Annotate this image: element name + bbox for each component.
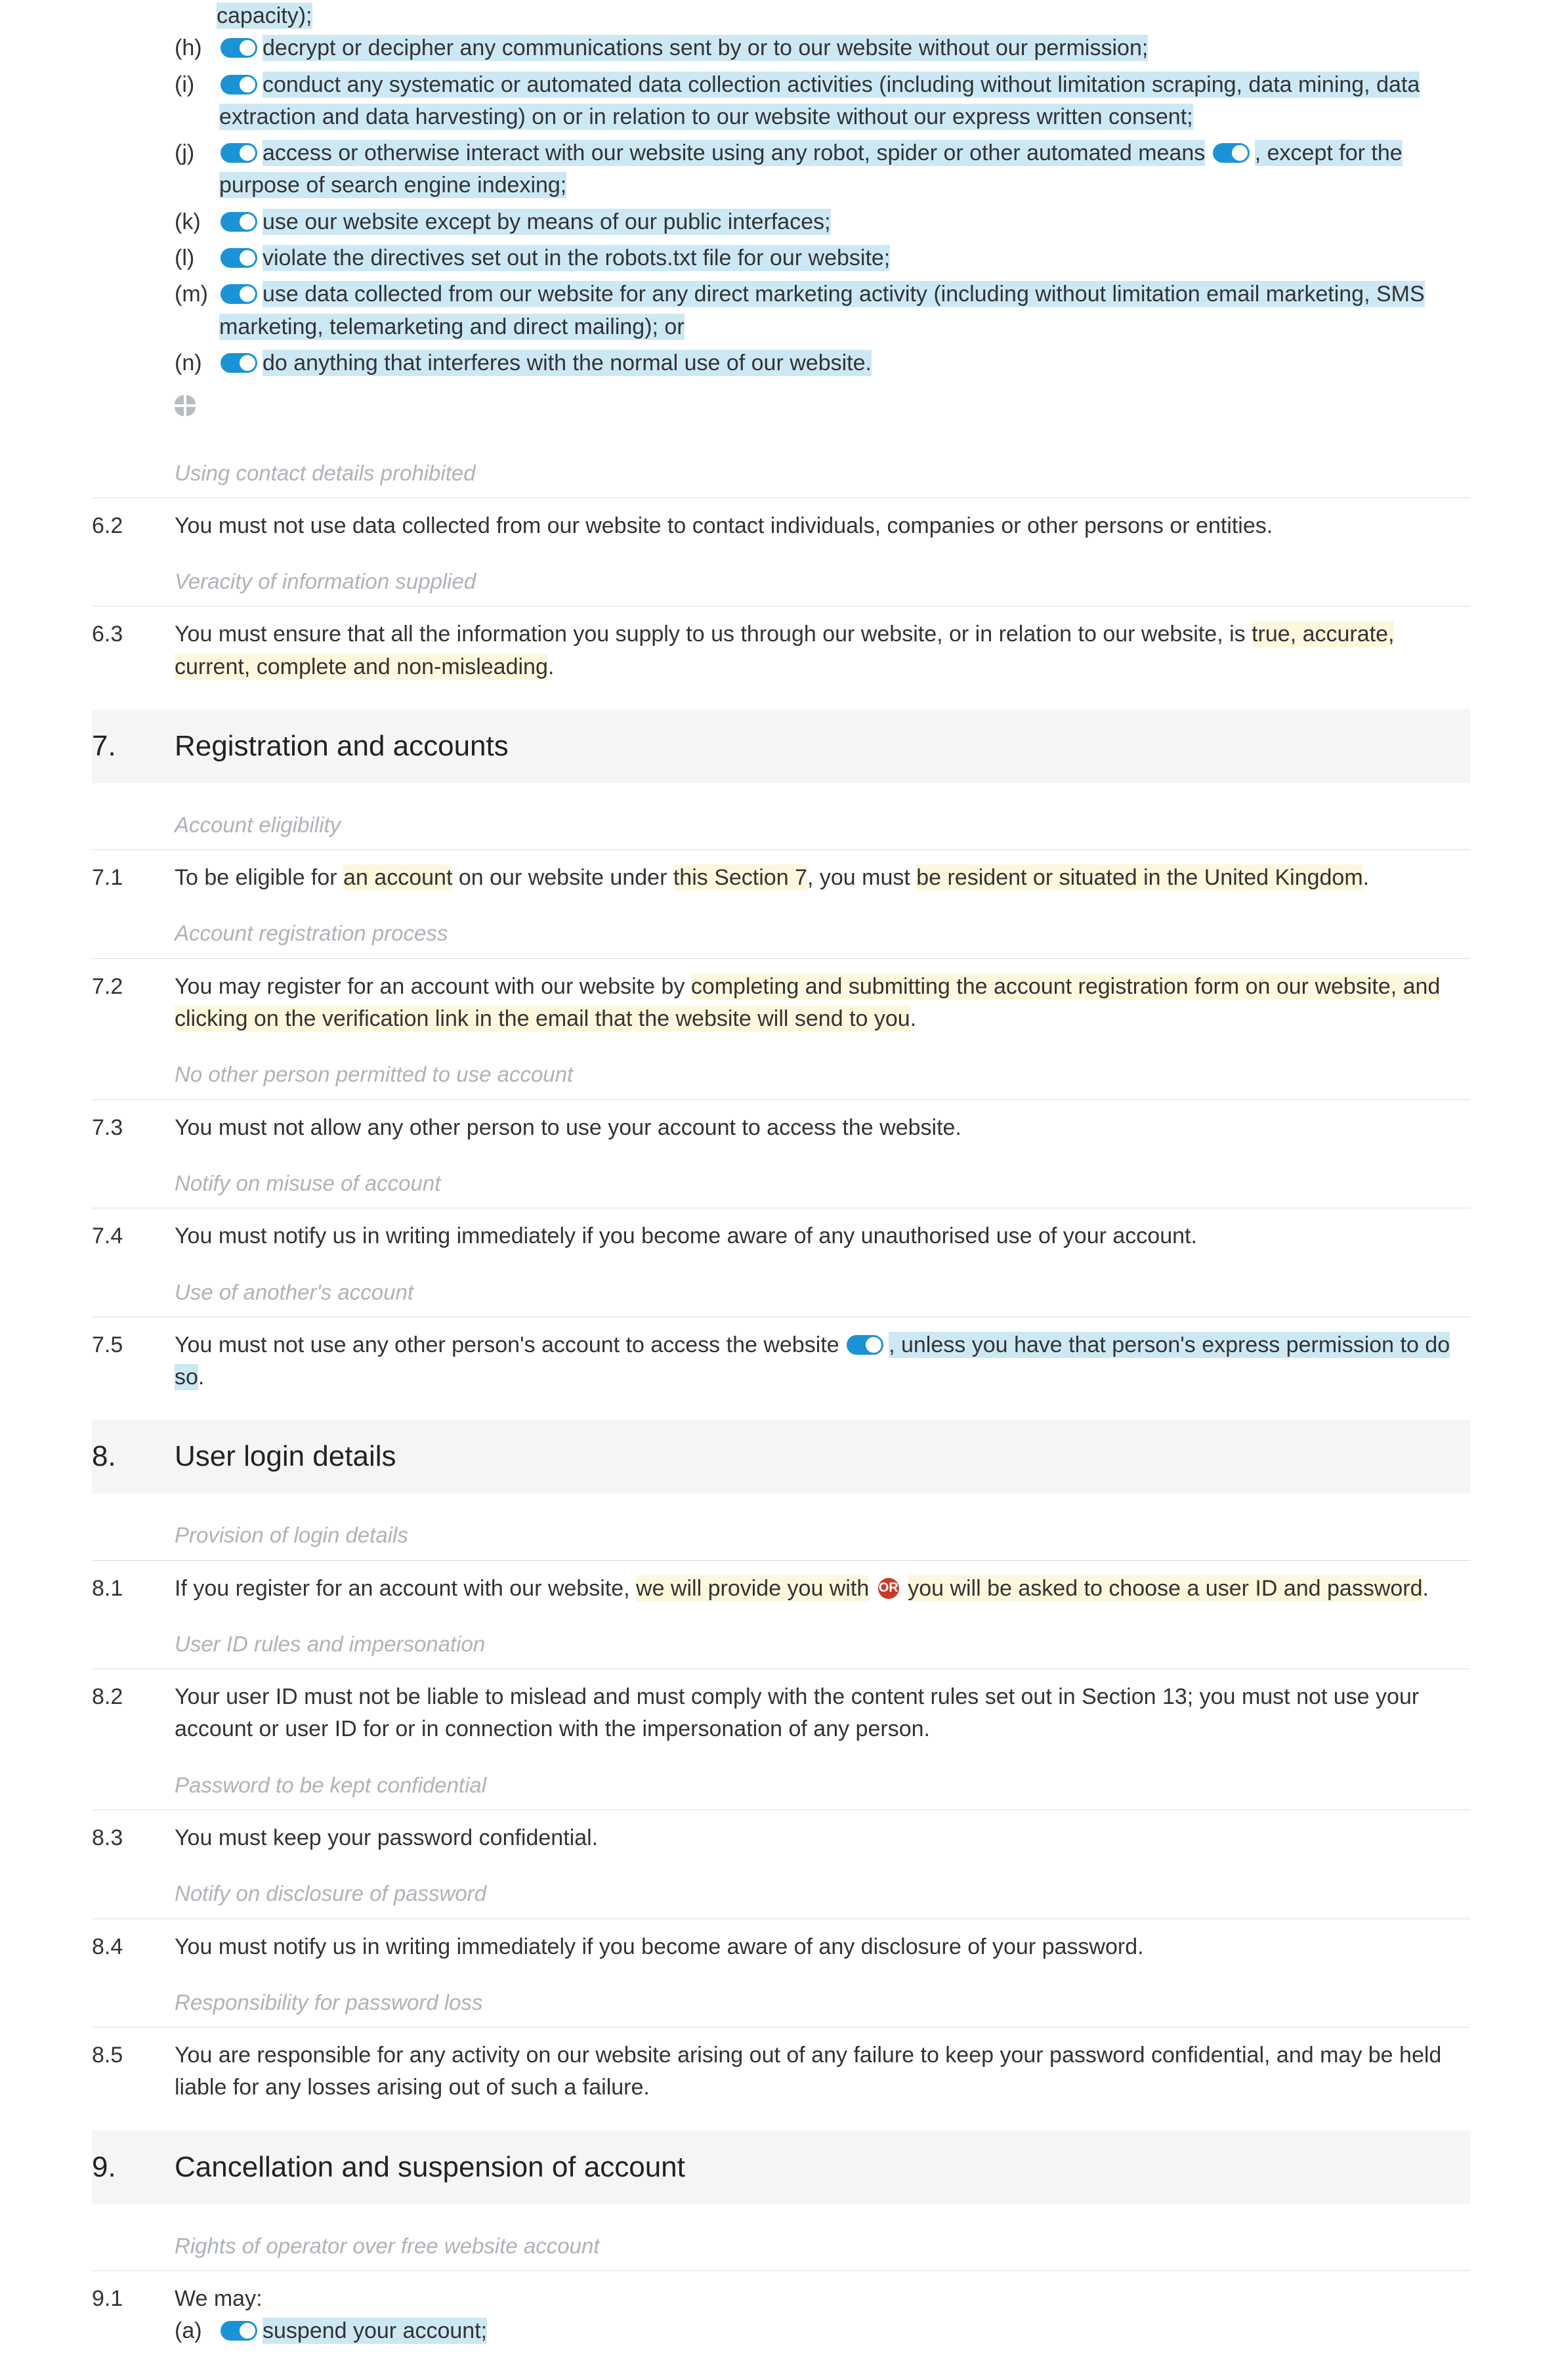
clause-text: We may: [175,2283,1470,2315]
clause-text: on our website under [452,865,673,890]
note-label: Notify on disclosure of password [175,1881,486,1905]
clause-number: 9.1 [92,2283,175,2315]
section-header: 9. Cancellation and suspension of accoun… [92,2131,1470,2204]
clause-number: 8.3 [92,1822,175,1854]
note-label: No other person permitted to use account [175,1062,573,1086]
clause-text: . [548,654,554,679]
list-marker: (l) [175,242,217,274]
toggle-icon[interactable] [1213,143,1250,163]
toggle-icon[interactable] [221,353,257,373]
clause-text: violate the directives set out in the ro… [263,245,890,271]
list-marker: (a) [175,2315,217,2347]
list-marker: (k) [175,206,217,238]
section-title: Cancellation and suspension of account [175,2146,685,2188]
clause-text: . [1423,1576,1429,1601]
clause-number: 6.3 [92,618,175,650]
toggle-icon[interactable] [221,284,257,304]
clause-text: You must not allow any other person to u… [175,1112,1470,1144]
clause-text: You must ensure that all the information… [175,622,1252,647]
list-marker: (m) [175,278,217,310]
clause-text: a user ID and password [1181,1575,1423,1602]
quadrant-icon[interactable] [175,395,196,416]
toggle-icon[interactable] [221,2321,257,2341]
clause-text: access or otherwise interact with our we… [263,140,1205,166]
clause-text: You may register for an account with our… [175,974,691,999]
note-label: User ID rules and impersonation [175,1632,485,1656]
clause-text: , you must [807,865,916,890]
clause-number: 6.2 [92,510,175,542]
clause-text: You are responsible for any activity on … [175,2039,1470,2104]
clause-text: capacity); [217,3,312,29]
note-label: Using contact details prohibited [175,461,476,485]
clause-number: 7.5 [92,1329,175,1361]
toggle-icon[interactable] [221,248,257,268]
clause-text: Your user ID must not be liable to misle… [175,1681,1470,1746]
clause-text: an account [343,864,452,891]
section-number: 9. [92,2151,116,2183]
clause-text: If you register for an account with our … [175,1576,636,1601]
list-marker: (n) [175,347,217,379]
clause-text: do anything that interferes with the nor… [263,350,872,376]
clause-number: 8.4 [92,1931,175,1963]
note-label: Account registration process [175,921,448,945]
section-number: 8. [92,1440,116,1472]
toggle-icon[interactable] [221,75,257,95]
clause-text: be resident or situated in the United Ki… [916,864,1362,891]
clause-text: You must not use data collected from our… [175,510,1470,542]
clause-text: suspend your account; [263,2318,487,2344]
section-header: 8. User login details [92,1420,1470,1493]
clause-text: this Section 7 [673,864,807,891]
clause-number: 7.1 [92,862,175,894]
clause-number: 7.4 [92,1220,175,1252]
clause-number: 8.1 [92,1573,175,1605]
clause-text: You must notify us in writing immediatel… [175,1931,1470,1963]
clause-text: You must keep your password confidential… [175,1822,1470,1854]
section-title: Registration and accounts [175,725,509,767]
section-title: User login details [175,1435,396,1477]
clause-text: You must notify us in writing immediatel… [175,1220,1470,1252]
toggle-icon[interactable] [221,143,257,163]
list-marker: (j) [175,137,217,169]
clause-text: you will be asked to choose [908,1575,1181,1602]
or-badge-icon[interactable]: OR [878,1578,899,1599]
note-label: Use of another's account [175,1280,413,1304]
clause-text: use our website except by means of our p… [263,209,831,235]
clause-text: decrypt or decipher any communications s… [263,35,1148,61]
clause-text: conduct any systematic or automated data… [219,72,1420,130]
clause-text: . [910,1006,916,1031]
note-label: Provision of login details [175,1523,408,1547]
clause-text: we will provide you with [636,1575,869,1602]
section-number: 7. [92,730,116,762]
clause-number: 8.2 [92,1681,175,1713]
clause-text: You must not use any other person's acco… [175,1332,839,1357]
toggle-icon[interactable] [221,38,257,58]
clause-number: 8.5 [92,2039,175,2072]
note-label: Responsibility for password loss [175,1990,483,2014]
clause-number: 7.2 [92,971,175,1003]
note-label: Password to be kept confidential [175,1773,486,1797]
clause-text: To be eligible for [175,865,343,890]
clause-text: . [1363,865,1369,890]
list-marker: (h) [175,32,217,64]
note-label: Rights of operator over free website acc… [175,2234,600,2258]
note-label: Notify on misuse of account [175,1171,440,1195]
clause-text: . [198,1365,204,1390]
toggle-icon[interactable] [221,212,257,232]
note-label: Veracity of information supplied [175,569,476,593]
clause-number: 7.3 [92,1112,175,1144]
section-header: 7. Registration and accounts [92,710,1470,783]
list-marker: (i) [175,69,217,101]
note-label: Account eligibility [175,813,341,837]
toggle-icon[interactable] [847,1335,883,1355]
clause-text: use data collected from our website for … [219,281,1425,339]
